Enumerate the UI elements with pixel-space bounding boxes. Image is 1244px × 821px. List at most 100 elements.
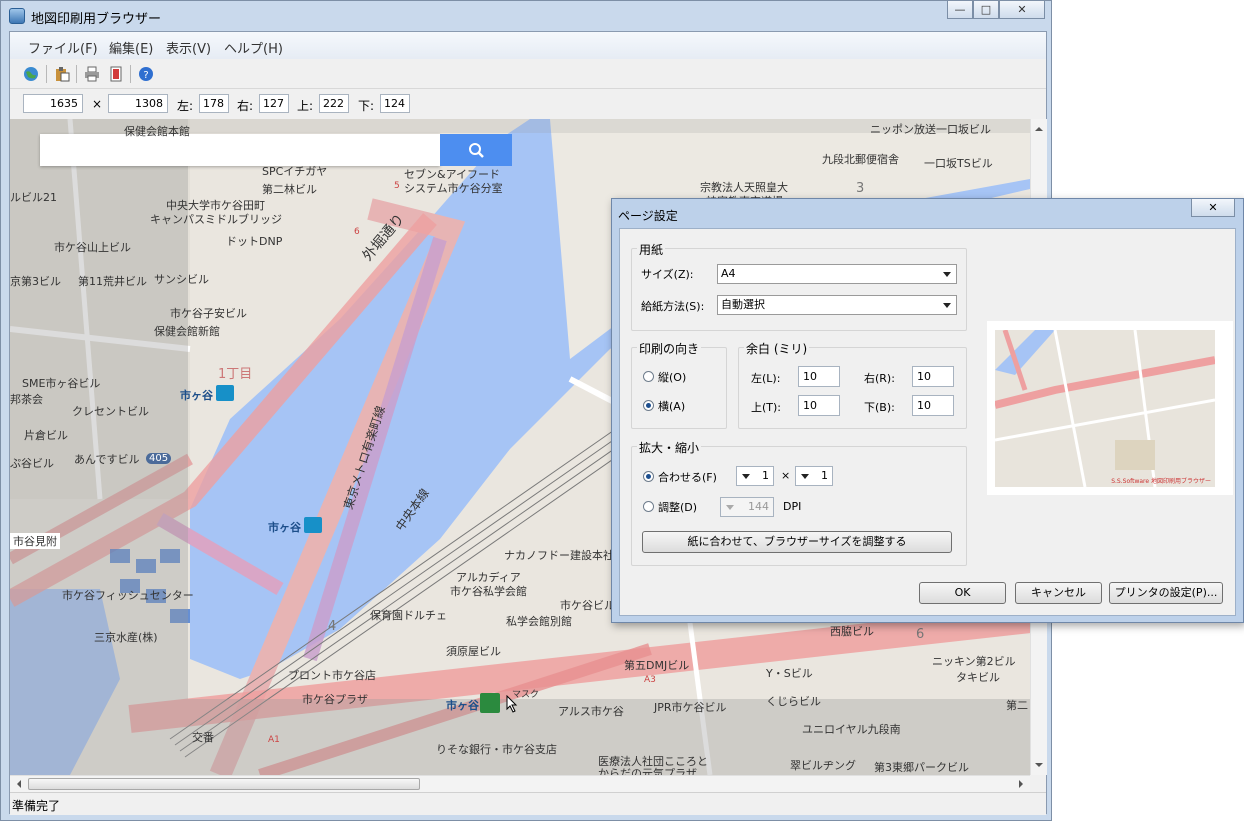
status-text: 準備完了: [12, 799, 61, 813]
menu-file[interactable]: ファイル(F): [28, 38, 98, 57]
map-label: Y・Sビル: [766, 667, 813, 680]
bottom-margin-label: 下:: [358, 99, 375, 113]
size-bar: 1635 × 1308 左: 178 右: 127 上: 222 下: 124: [10, 89, 1046, 119]
dpi-unit-label: DPI: [783, 500, 802, 513]
map-label: 第11荒井ビル: [78, 275, 147, 288]
scroll-left-icon[interactable]: [11, 776, 27, 792]
landscape-label[interactable]: 横(A): [658, 398, 685, 414]
paper-source-label: 給紙方法(S):: [641, 300, 705, 313]
orientation-group: [631, 347, 727, 429]
map-label: 市ケ谷ビル: [560, 599, 615, 612]
map-label: キャンパスミドルブリッジ: [150, 213, 282, 226]
map-label: 西脇ビル: [830, 625, 874, 638]
portrait-label[interactable]: 縦(O): [658, 369, 686, 385]
scroll-down-icon[interactable]: [1031, 757, 1047, 773]
map-label: 保健会館本館: [124, 125, 190, 138]
map-label: 第二林ビル: [262, 183, 317, 196]
width-field[interactable]: 1635: [23, 94, 83, 113]
paper-size-select[interactable]: A4: [717, 264, 957, 284]
margin-bottom-label: 下(B):: [864, 401, 895, 414]
orientation-group-label: 印刷の向き: [637, 340, 702, 357]
fit-radio[interactable]: [643, 471, 654, 482]
menu-view[interactable]: 表示(V): [166, 38, 211, 57]
map-label: クレセントビル: [72, 405, 149, 418]
map-label: 市ヶ谷: [268, 521, 301, 534]
chevron-down-icon: [742, 474, 750, 479]
landscape-radio[interactable]: [643, 400, 654, 411]
dialog-title: ページ設定: [618, 209, 678, 223]
menu-bar: ファイル(F) 編集(E) 表示(V) ヘルプ(H): [10, 32, 1046, 59]
fit-y-spinner[interactable]: 1: [795, 466, 833, 486]
printer-settings-button[interactable]: プリンタの設定(P)...: [1109, 582, 1223, 604]
height-field[interactable]: 1308: [108, 94, 168, 113]
toolbar-separator: [76, 65, 77, 83]
margin-bottom-field[interactable]: 10: [912, 395, 954, 416]
right-margin-field[interactable]: 127: [259, 94, 289, 113]
portrait-radio[interactable]: [643, 371, 654, 382]
map-label: あんですビル: [74, 453, 140, 466]
map-label: A3: [644, 675, 656, 685]
horizontal-scroll-thumb[interactable]: [28, 778, 420, 790]
map-search-button[interactable]: [440, 134, 512, 166]
left-margin-field[interactable]: 178: [199, 94, 229, 113]
close-button[interactable]: ✕: [999, 1, 1045, 19]
map-label: 保育園ドルチェ: [370, 609, 447, 622]
ok-button[interactable]: OK: [919, 582, 1006, 604]
map-label: 三京水産(株): [94, 631, 158, 644]
fit-browser-size-button[interactable]: 紙に合わせて、ブラウザーサイズを調整する: [642, 531, 952, 553]
top-margin-label: 上:: [297, 99, 314, 113]
scroll-right-icon[interactable]: [1013, 776, 1029, 792]
map-label: 片倉ビル: [24, 429, 68, 442]
preview-map-graphic: [995, 330, 1215, 487]
map-label: SME市ヶ谷ビル: [22, 377, 101, 390]
map-label: アルス市ケ谷: [558, 705, 624, 718]
minimize-button[interactable]: —: [947, 1, 973, 19]
right-margin-label: 右:: [237, 99, 254, 113]
chevron-down-icon: [726, 505, 734, 510]
chevron-down-icon: [801, 474, 809, 479]
chevron-down-icon: [943, 303, 951, 308]
window-title: 地図印刷用ブラウザー: [31, 12, 162, 27]
paper-group: [631, 248, 967, 331]
fit-label[interactable]: 合わせる(F): [658, 469, 717, 485]
margin-left-field[interactable]: 10: [798, 366, 840, 387]
map-label: 第五DMJビル: [624, 659, 690, 672]
map-label: JPR市ケ谷ビル: [654, 701, 727, 714]
top-margin-field[interactable]: 222: [319, 94, 349, 113]
dpi-spinner[interactable]: 144: [720, 497, 774, 517]
margin-right-field[interactable]: 10: [912, 366, 954, 387]
map-label: ルビル21: [10, 191, 57, 204]
globe-icon[interactable]: [23, 66, 39, 82]
chevron-down-icon: [943, 272, 951, 277]
map-label: 京第3ビル: [10, 275, 61, 288]
scroll-up-icon[interactable]: [1031, 121, 1047, 137]
dialog-body: 用紙 サイズ(Z): A4 給紙方法(S): 自動選択 印刷の向き 縦(O) 横…: [619, 228, 1236, 616]
cancel-button[interactable]: キャンセル: [1015, 582, 1102, 604]
map-label: A1: [268, 735, 280, 745]
dpi-value: 144: [748, 500, 769, 513]
adjust-radio[interactable]: [643, 501, 654, 512]
menu-help[interactable]: ヘルプ(H): [224, 38, 283, 57]
horizontal-scrollbar[interactable]: [10, 775, 1030, 793]
maximize-button[interactable]: □: [973, 1, 999, 19]
map-label: 保健会館新館: [154, 325, 220, 338]
map-label: ぷ谷ビル: [10, 457, 54, 470]
map-search-input[interactable]: [40, 134, 440, 166]
toolbar-separator: [130, 65, 131, 83]
paper-source-value: 自動選択: [721, 298, 765, 311]
print-preview-icon[interactable]: [108, 66, 124, 82]
margin-top-field[interactable]: 10: [798, 395, 840, 416]
map-label: 4: [328, 619, 337, 634]
bottom-margin-field[interactable]: 124: [380, 94, 410, 113]
print-icon[interactable]: [84, 66, 100, 82]
help-icon[interactable]: ?: [138, 66, 154, 82]
dialog-close-button[interactable]: ✕: [1191, 199, 1235, 217]
adjust-label[interactable]: 調整(D): [658, 499, 697, 515]
paper-source-select[interactable]: 自動選択: [717, 295, 957, 315]
menu-edit[interactable]: 編集(E): [109, 38, 153, 57]
fit-x-spinner[interactable]: 1: [736, 466, 774, 486]
margins-group: [738, 347, 967, 429]
map-label: くじらビル: [766, 695, 821, 708]
paste-icon[interactable]: [54, 66, 70, 82]
metro-station-icon: [216, 385, 234, 401]
